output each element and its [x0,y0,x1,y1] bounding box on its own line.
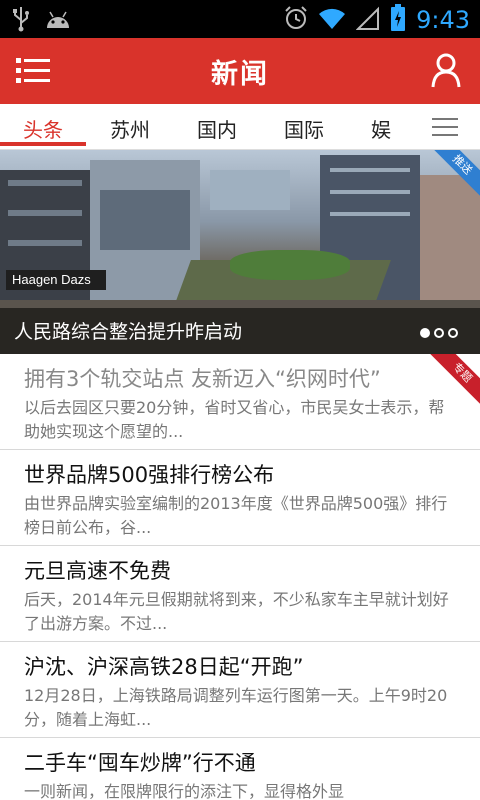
more-tabs-icon[interactable] [432,118,458,136]
news-item[interactable]: 沪沈、沪深高铁28日起“开跑” 12月28日，上海铁路局调整列车运行图第一天。上… [0,642,480,738]
carousel-dots [420,328,458,338]
news-title: 二手车“囤车炒牌”行不通 [24,751,256,775]
store-sign: Haagen Dazs [6,270,106,290]
news-desc: 12月28日，上海铁路局调整列车运行图第一天。上午9时20分，随着上海虹... [24,686,448,729]
signal-icon [355,6,380,34]
headline-banner[interactable]: Haagen Dazs 推送 人民路综合整治提升昨启动 [0,150,480,354]
wifi-icon [318,6,346,34]
news-title: 世界品牌500强排行榜公布 [24,463,275,487]
clock: 9:43 [416,6,470,34]
tab-indicator [0,142,86,146]
app-header: 新闻 [0,38,480,104]
news-item[interactable]: 二手车“囤车炒牌”行不通 一则新闻，在限牌限行的添注下，显得格外显 [0,738,480,800]
usb-icon [12,6,30,36]
status-bar: 9:43 [0,0,480,38]
news-item[interactable]: 世界品牌500强排行榜公布 由世界品牌实验室编制的2013年度《世界品牌500强… [0,450,480,546]
news-title: 沪沈、沪深高铁28日起“开跑” [24,655,304,679]
carousel-dot[interactable] [420,328,430,338]
news-desc: 后天，2014年元旦假期就将到来，不少私家车主早就计划好了出游方案。不过... [24,590,449,633]
banner-caption: 人民路综合整治提升昨启动 [14,321,243,343]
news-desc: 以后去园区只要20分钟，省时又省心，市民吴女士表示，帮助她实现这个愿望的... [24,398,445,441]
news-desc: 一则新闻，在限牌限行的添注下，显得格外显 [24,782,345,800]
tab-guonei[interactable]: 国内 [197,114,237,143]
tab-guoji[interactable]: 国际 [284,114,324,143]
news-item[interactable]: 专题 拥有3个轨交站点 友新迈入“织网时代” 以后去园区只要20分钟，省时又省心… [0,354,480,450]
tab-toutiao[interactable]: 头条 [23,114,63,143]
android-icon [44,8,72,34]
tab-yule[interactable]: 娱 [371,114,391,143]
carousel-dot[interactable] [434,328,444,338]
battery-icon [390,4,406,36]
user-icon[interactable] [430,52,462,88]
news-title: 拥有3个轨交站点 友新迈入“织网时代” [24,367,381,391]
carousel-dot[interactable] [448,328,458,338]
alarm-icon [284,6,308,34]
news-item[interactable]: 元旦高速不免费 后天，2014年元旦假期就将到来，不少私家车主早就计划好了出游方… [0,546,480,642]
news-title: 元旦高速不免费 [24,559,171,583]
news-desc: 由世界品牌实验室编制的2013年度《世界品牌500强》排行榜日前公布，谷... [24,494,448,537]
tab-suzhou[interactable]: 苏州 [110,114,150,143]
news-list: 专题 拥有3个轨交站点 友新迈入“织网时代” 以后去园区只要20分钟，省时又省心… [0,354,480,800]
page-title: 新闻 [211,59,269,90]
